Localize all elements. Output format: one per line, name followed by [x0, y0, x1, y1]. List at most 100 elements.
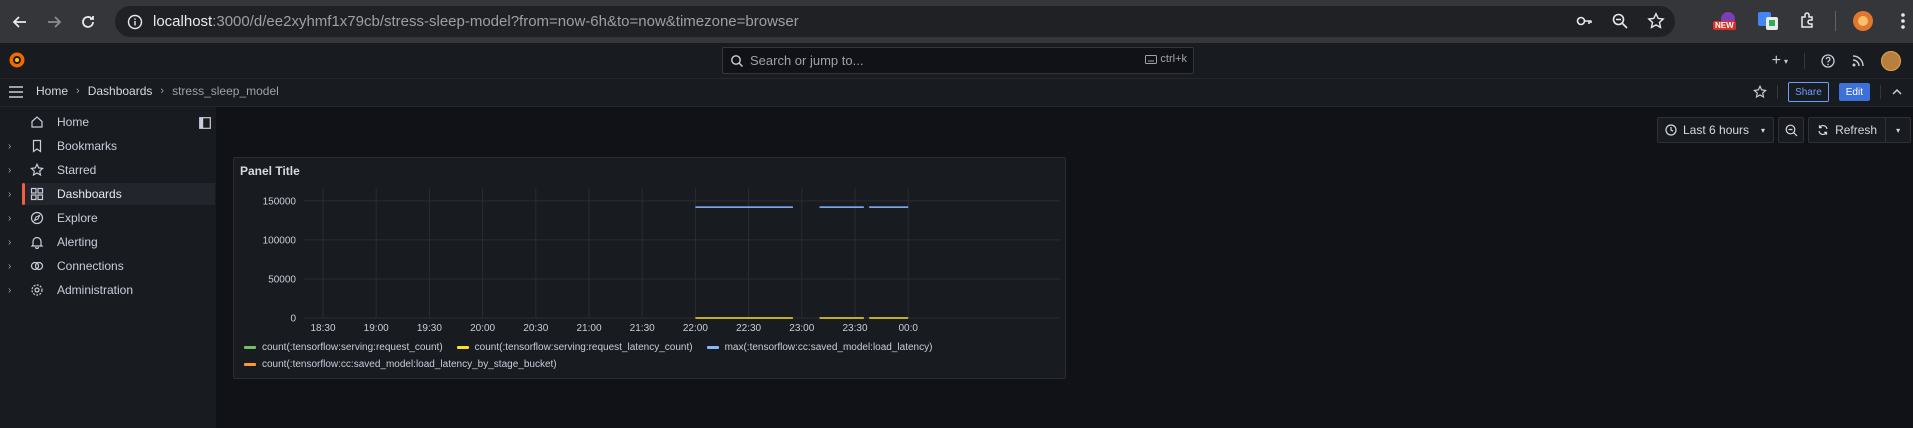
- search-input[interactable]: Search or jump to... ctrl+k: [722, 47, 1194, 74]
- collapse-chevron-up-icon[interactable]: [1891, 86, 1903, 98]
- zoom-out-button[interactable]: [1778, 117, 1805, 143]
- x-tick-label: 21:30: [630, 323, 655, 334]
- breadcrumb: Home › Dashboards › stress_sleep_model: [36, 84, 279, 98]
- profile-avatar-icon[interactable]: [1850, 8, 1876, 34]
- news-rss-icon[interactable]: [1851, 54, 1865, 68]
- dashboards-grid-icon: [30, 187, 44, 201]
- user-avatar[interactable]: [1881, 51, 1901, 71]
- translate-extension-icon[interactable]: [1755, 8, 1781, 34]
- chevron-right-icon[interactable]: ›: [8, 261, 11, 272]
- site-info-icon[interactable]: [127, 14, 143, 30]
- y-tick-label: 100000: [263, 235, 297, 246]
- chevron-down-icon: ▾: [1783, 56, 1788, 66]
- help-icon[interactable]: [1821, 54, 1835, 68]
- url-text: localhost:3000/d/ee2xyhmf1x79cb/stress-s…: [153, 13, 799, 30]
- x-tick-label: 22:30: [736, 323, 761, 334]
- sidebar-item-home[interactable]: Home: [0, 111, 216, 133]
- new-button[interactable]: + ▾: [1772, 52, 1788, 70]
- gear-icon: [31, 284, 43, 296]
- sidebar-item-label: Home: [57, 115, 90, 129]
- time-range-picker[interactable]: Last 6 hours ▾: [1657, 117, 1775, 143]
- sidebar-item-label: Explore: [57, 211, 98, 225]
- keyboard-icon: [1145, 54, 1158, 64]
- sidebar-item-explore[interactable]: › Explore: [0, 207, 216, 229]
- legend-item[interactable]: count(:tensorflow:serving:request_count): [244, 342, 443, 353]
- y-tick-label: 150000: [263, 196, 297, 207]
- search-shortcut: ctrl+k: [1145, 53, 1187, 65]
- back-icon[interactable]: [6, 8, 34, 36]
- refresh-label: Refresh: [1835, 123, 1878, 137]
- sidebar-item-dashboards[interactable]: › Dashboards: [0, 183, 216, 205]
- refresh-interval-dropdown[interactable]: ▾: [1886, 117, 1912, 143]
- time-range-label: Last 6 hours: [1683, 123, 1750, 137]
- sidebar-item-starred[interactable]: › Starred: [0, 159, 216, 181]
- chevron-right-icon[interactable]: ›: [8, 165, 11, 176]
- address-bar[interactable]: localhost:3000/d/ee2xyhmf1x79cb/stress-s…: [115, 6, 1675, 37]
- edit-button[interactable]: Edit: [1838, 83, 1870, 101]
- sidebar-nav: Home › Bookmarks › Starred › Dashboards …: [0, 107, 216, 428]
- reload-icon[interactable]: [74, 8, 102, 36]
- chevron-down-icon: ▾: [1761, 125, 1766, 135]
- bookmark-icon: [32, 139, 42, 153]
- grafana-logo-icon[interactable]: [8, 51, 26, 69]
- chevron-right-icon[interactable]: ›: [8, 189, 11, 200]
- chevron-right-icon[interactable]: ›: [8, 141, 11, 152]
- legend-swatch: [244, 346, 256, 349]
- x-tick-label: 20:00: [470, 323, 495, 334]
- grafana-topbar: Search or jump to... ctrl+k + ▾: [0, 43, 1913, 79]
- sidebar-item-label: Connections: [57, 259, 124, 273]
- compass-icon: [30, 211, 44, 225]
- search-placeholder: Search or jump to...: [750, 53, 864, 68]
- legend-swatch: [244, 363, 256, 366]
- x-tick-label: 18:30: [310, 323, 335, 334]
- time-controls: Last 6 hours ▾ Refresh ▾: [1657, 117, 1912, 143]
- sidebar-item-label: Administration: [57, 283, 134, 297]
- legend-label: count(:tensorflow:cc:saved_model:load_la…: [262, 359, 557, 370]
- password-key-icon[interactable]: [1575, 12, 1593, 30]
- x-tick-label: 00:0: [898, 323, 918, 334]
- legend-item[interactable]: count(:tensorflow:serving:request_latenc…: [456, 342, 693, 353]
- legend-label: count(:tensorflow:serving:request_latenc…: [474, 342, 693, 353]
- sidebar-item-label: Starred: [57, 163, 97, 177]
- extensions-puzzle-icon[interactable]: [1795, 8, 1821, 34]
- mark-favorite-star-icon[interactable]: [1753, 85, 1768, 99]
- legend-label: max(:tensorflow:cc:saved_model:load_late…: [724, 342, 933, 353]
- zoom-icon[interactable]: [1611, 12, 1629, 30]
- breadcrumb-dashboards[interactable]: Dashboards: [88, 84, 153, 98]
- search-icon: [731, 54, 743, 67]
- browser-menu-icon[interactable]: [1890, 8, 1913, 34]
- legend-item[interactable]: count(:tensorflow:cc:saved_model:load_la…: [244, 359, 557, 370]
- sidebar-item-label: Bookmarks: [57, 139, 118, 153]
- sidebar-item-connections[interactable]: › Connections: [0, 255, 216, 277]
- x-tick-label: 22:00: [683, 323, 708, 334]
- sidebar-item-bookmarks[interactable]: › Bookmarks: [0, 135, 216, 157]
- chevron-right-icon[interactable]: ›: [8, 285, 11, 296]
- chevron-down-icon: ▾: [1896, 125, 1901, 135]
- legend-label: count(:tensorflow:serving:request_count): [262, 342, 443, 353]
- forward-icon[interactable]: [40, 8, 68, 36]
- timeseries-chart[interactable]: 0 50000 100000 150000 18:30 19:00 19:30 20:00 20…: [234, 158, 1065, 338]
- refresh-button[interactable]: Refresh: [1808, 117, 1887, 143]
- bell-icon: [30, 236, 44, 249]
- chevron-right-icon[interactable]: ›: [8, 237, 11, 248]
- menu-hamburger-icon[interactable]: [8, 85, 24, 99]
- legend-swatch: [456, 346, 469, 349]
- breadcrumb-current: stress_sleep_model: [172, 84, 279, 98]
- share-button[interactable]: Share: [1788, 82, 1829, 102]
- x-tick-label: 23:00: [789, 323, 814, 334]
- y-tick-label: 0: [290, 314, 296, 325]
- sidebar-item-alerting[interactable]: › Alerting: [0, 231, 216, 253]
- chevron-right-icon[interactable]: ›: [8, 213, 11, 224]
- sidebar-item-administration[interactable]: › Administration: [0, 279, 216, 301]
- legend-swatch: [706, 346, 719, 349]
- legend-item[interactable]: max(:tensorflow:cc:saved_model:load_late…: [706, 342, 933, 353]
- browser-toolbar: localhost:3000/d/ee2xyhmf1x79cb/stress-s…: [0, 0, 1913, 43]
- x-tick-label: 23:30: [842, 323, 867, 334]
- sidebar-item-label: Dashboards: [57, 187, 122, 201]
- breadcrumb-home[interactable]: Home: [36, 84, 68, 98]
- sidebar-item-label: Alerting: [57, 235, 98, 249]
- bookmark-star-icon[interactable]: [1647, 12, 1665, 30]
- new-extension-icon[interactable]: NEW: [1713, 8, 1741, 34]
- star-icon: [30, 163, 44, 177]
- timeseries-panel: Panel Title 0 50000 100000 150000 18:30 19:00…: [233, 157, 1066, 379]
